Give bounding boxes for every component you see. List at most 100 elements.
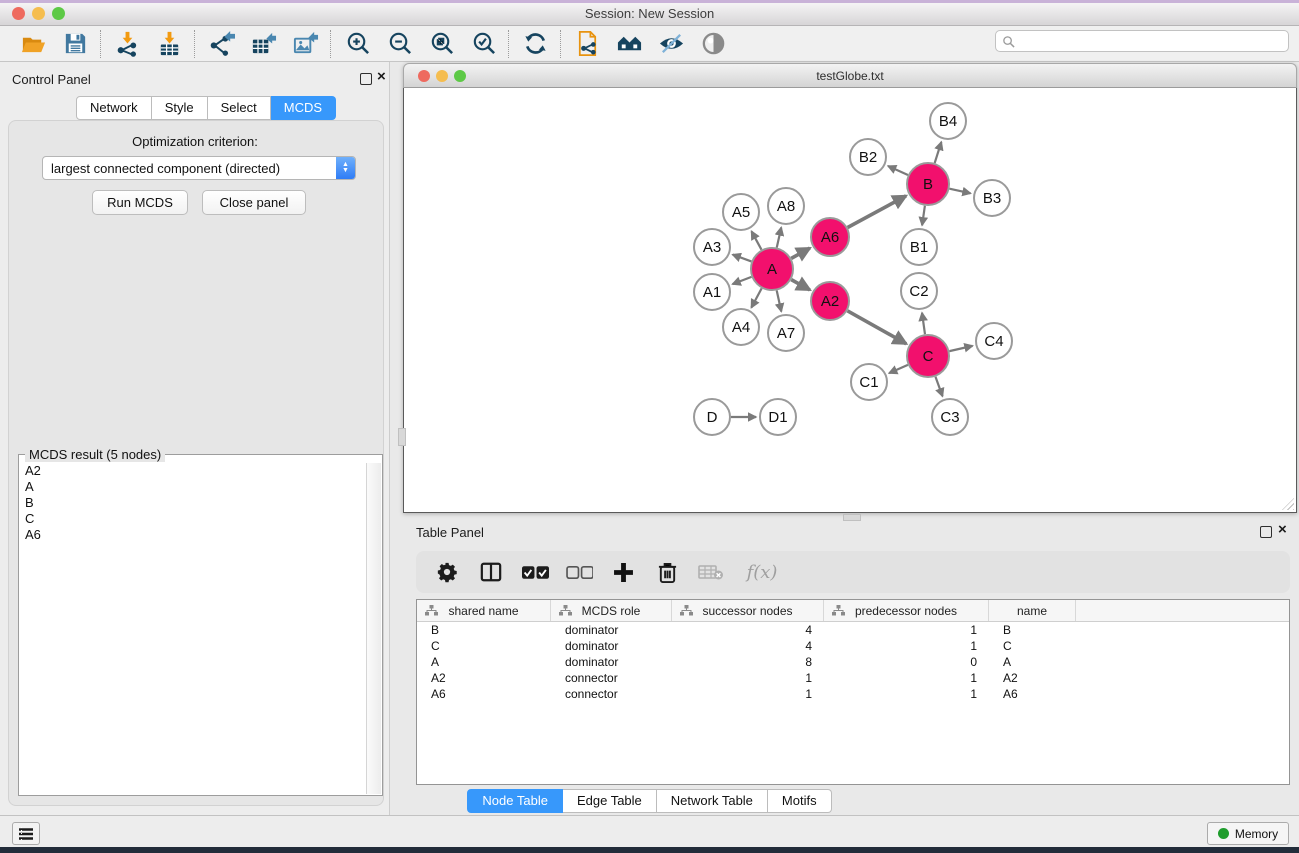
tab-network[interactable]: Network xyxy=(76,96,152,120)
select-all-columns-button[interactable] xyxy=(520,557,550,587)
close-window-button[interactable] xyxy=(12,7,25,20)
edge-A-A2[interactable] xyxy=(791,280,810,290)
tab-mcds[interactable]: MCDS xyxy=(271,96,336,120)
edge-A-A4[interactable] xyxy=(751,288,761,307)
close-panel-button[interactable]: Close panel xyxy=(202,190,306,215)
search-input[interactable] xyxy=(1015,31,1288,51)
delete-column-button[interactable] xyxy=(652,557,682,587)
close-panel-icon[interactable]: × xyxy=(377,71,386,83)
run-mcds-button[interactable]: Run MCDS xyxy=(92,190,188,215)
edge-B-B2[interactable] xyxy=(888,166,908,175)
edge-C-C4[interactable] xyxy=(949,346,972,351)
node-B1[interactable]: B1 xyxy=(901,229,937,265)
deselect-all-columns-button[interactable] xyxy=(564,557,594,587)
table-row[interactable]: A2connector11A2 xyxy=(417,670,1289,686)
import-table-button[interactable] xyxy=(148,28,190,60)
column-header[interactable]: MCDS role xyxy=(551,600,672,621)
node-A3[interactable]: A3 xyxy=(694,229,730,265)
edge-C-C3[interactable] xyxy=(935,377,942,397)
memory-button[interactable]: Memory xyxy=(1207,822,1289,845)
column-header[interactable]: predecessor nodes xyxy=(824,600,989,621)
edge-A-A5[interactable] xyxy=(752,231,762,249)
node-D[interactable]: D xyxy=(694,399,730,435)
table-settings-button[interactable] xyxy=(432,557,462,587)
export-network-button[interactable] xyxy=(200,28,242,60)
horizontal-splitter-handle[interactable] xyxy=(843,514,861,521)
node-A1[interactable]: A1 xyxy=(694,274,730,310)
import-network-button[interactable] xyxy=(106,28,148,60)
table-row[interactable]: A6connector11A6 xyxy=(417,686,1289,702)
zoom-out-button[interactable] xyxy=(378,28,420,60)
tab-motifs[interactable]: Motifs xyxy=(768,789,832,813)
node-A2[interactable]: A2 xyxy=(811,282,849,320)
node-A5[interactable]: A5 xyxy=(723,194,759,230)
column-header[interactable]: successor nodes xyxy=(672,600,824,621)
edge-C-C2[interactable] xyxy=(922,313,925,334)
show-columns-button[interactable] xyxy=(476,557,506,587)
network-minimize-button[interactable] xyxy=(436,70,448,82)
vertical-splitter-handle[interactable] xyxy=(398,428,406,446)
tab-select[interactable]: Select xyxy=(208,96,271,120)
node-A7[interactable]: A7 xyxy=(768,315,804,351)
apply-layout-button[interactable] xyxy=(514,28,556,60)
first-neighbors-button[interactable] xyxy=(608,28,650,60)
node-A4[interactable]: A4 xyxy=(723,309,759,345)
edge-A6-B[interactable] xyxy=(848,196,906,228)
node-C1[interactable]: C1 xyxy=(851,364,887,400)
node-A8[interactable]: A8 xyxy=(768,188,804,224)
task-history-button[interactable] xyxy=(12,822,40,845)
minimize-window-button[interactable] xyxy=(32,7,45,20)
edge-A2-C[interactable] xyxy=(847,311,906,344)
network-close-button[interactable] xyxy=(418,70,430,82)
float-table-panel-icon[interactable] xyxy=(1260,526,1272,538)
tab-node-table[interactable]: Node Table xyxy=(467,789,563,813)
node-A[interactable]: A xyxy=(751,248,793,290)
node-B3[interactable]: B3 xyxy=(974,180,1010,216)
node-B4[interactable]: B4 xyxy=(930,103,966,139)
node-C[interactable]: C xyxy=(907,335,949,377)
node-B[interactable]: B xyxy=(907,163,949,205)
create-column-button[interactable] xyxy=(608,557,638,587)
zoom-window-button[interactable] xyxy=(52,7,65,20)
tab-network-table[interactable]: Network Table xyxy=(657,789,768,813)
edge-A-A8[interactable] xyxy=(777,227,781,247)
close-table-panel-icon[interactable]: × xyxy=(1278,524,1287,536)
column-header[interactable]: name xyxy=(989,600,1076,621)
edge-A-A7[interactable] xyxy=(777,290,782,311)
column-header[interactable]: shared name xyxy=(417,600,551,621)
node-C3[interactable]: C3 xyxy=(932,399,968,435)
node-D1[interactable]: D1 xyxy=(760,399,796,435)
zoom-selected-button[interactable] xyxy=(462,28,504,60)
hide-selected-button[interactable] xyxy=(650,28,692,60)
criterion-dropdown[interactable]: largest connected component (directed) ▲… xyxy=(42,156,356,180)
network-canvas[interactable]: B4 B2 B B3 A5A8A6 A3 B1 A A1 C2 A2 A4A7 C4 C C1 C3 D D1 xyxy=(403,88,1297,513)
node-C4[interactable]: C4 xyxy=(976,323,1012,359)
edge-B-B3[interactable] xyxy=(949,189,970,194)
search-field[interactable] xyxy=(995,30,1289,52)
mcds-result-scrollbar[interactable] xyxy=(366,463,381,794)
zoom-fit-button[interactable] xyxy=(420,28,462,60)
edge-A-A3[interactable] xyxy=(733,255,752,262)
tab-edge-table[interactable]: Edge Table xyxy=(563,789,657,813)
save-session-button[interactable] xyxy=(54,28,96,60)
tab-style[interactable]: Style xyxy=(152,96,208,120)
edge-B-B1[interactable] xyxy=(922,206,925,225)
table-row[interactable]: Cdominator41C xyxy=(417,638,1289,654)
network-zoom-button[interactable] xyxy=(454,70,466,82)
table-row[interactable]: Adominator80A xyxy=(417,654,1289,670)
edge-A-A6[interactable] xyxy=(791,248,810,258)
node-B2[interactable]: B2 xyxy=(850,139,886,175)
edge-B-B4[interactable] xyxy=(935,142,942,163)
edge-C-C1[interactable] xyxy=(889,365,908,373)
show-all-button[interactable] xyxy=(692,28,734,60)
table-row[interactable]: Bdominator41B xyxy=(417,622,1289,638)
open-file-button[interactable] xyxy=(12,28,54,60)
zoom-in-button[interactable] xyxy=(336,28,378,60)
node-A6[interactable]: A6 xyxy=(811,218,849,256)
network-from-selection-button[interactable] xyxy=(566,28,608,60)
node-C2[interactable]: C2 xyxy=(901,273,937,309)
float-panel-icon[interactable] xyxy=(360,73,372,85)
export-image-button[interactable] xyxy=(284,28,326,60)
edge-A-A1[interactable] xyxy=(733,277,752,284)
export-table-button[interactable] xyxy=(242,28,284,60)
